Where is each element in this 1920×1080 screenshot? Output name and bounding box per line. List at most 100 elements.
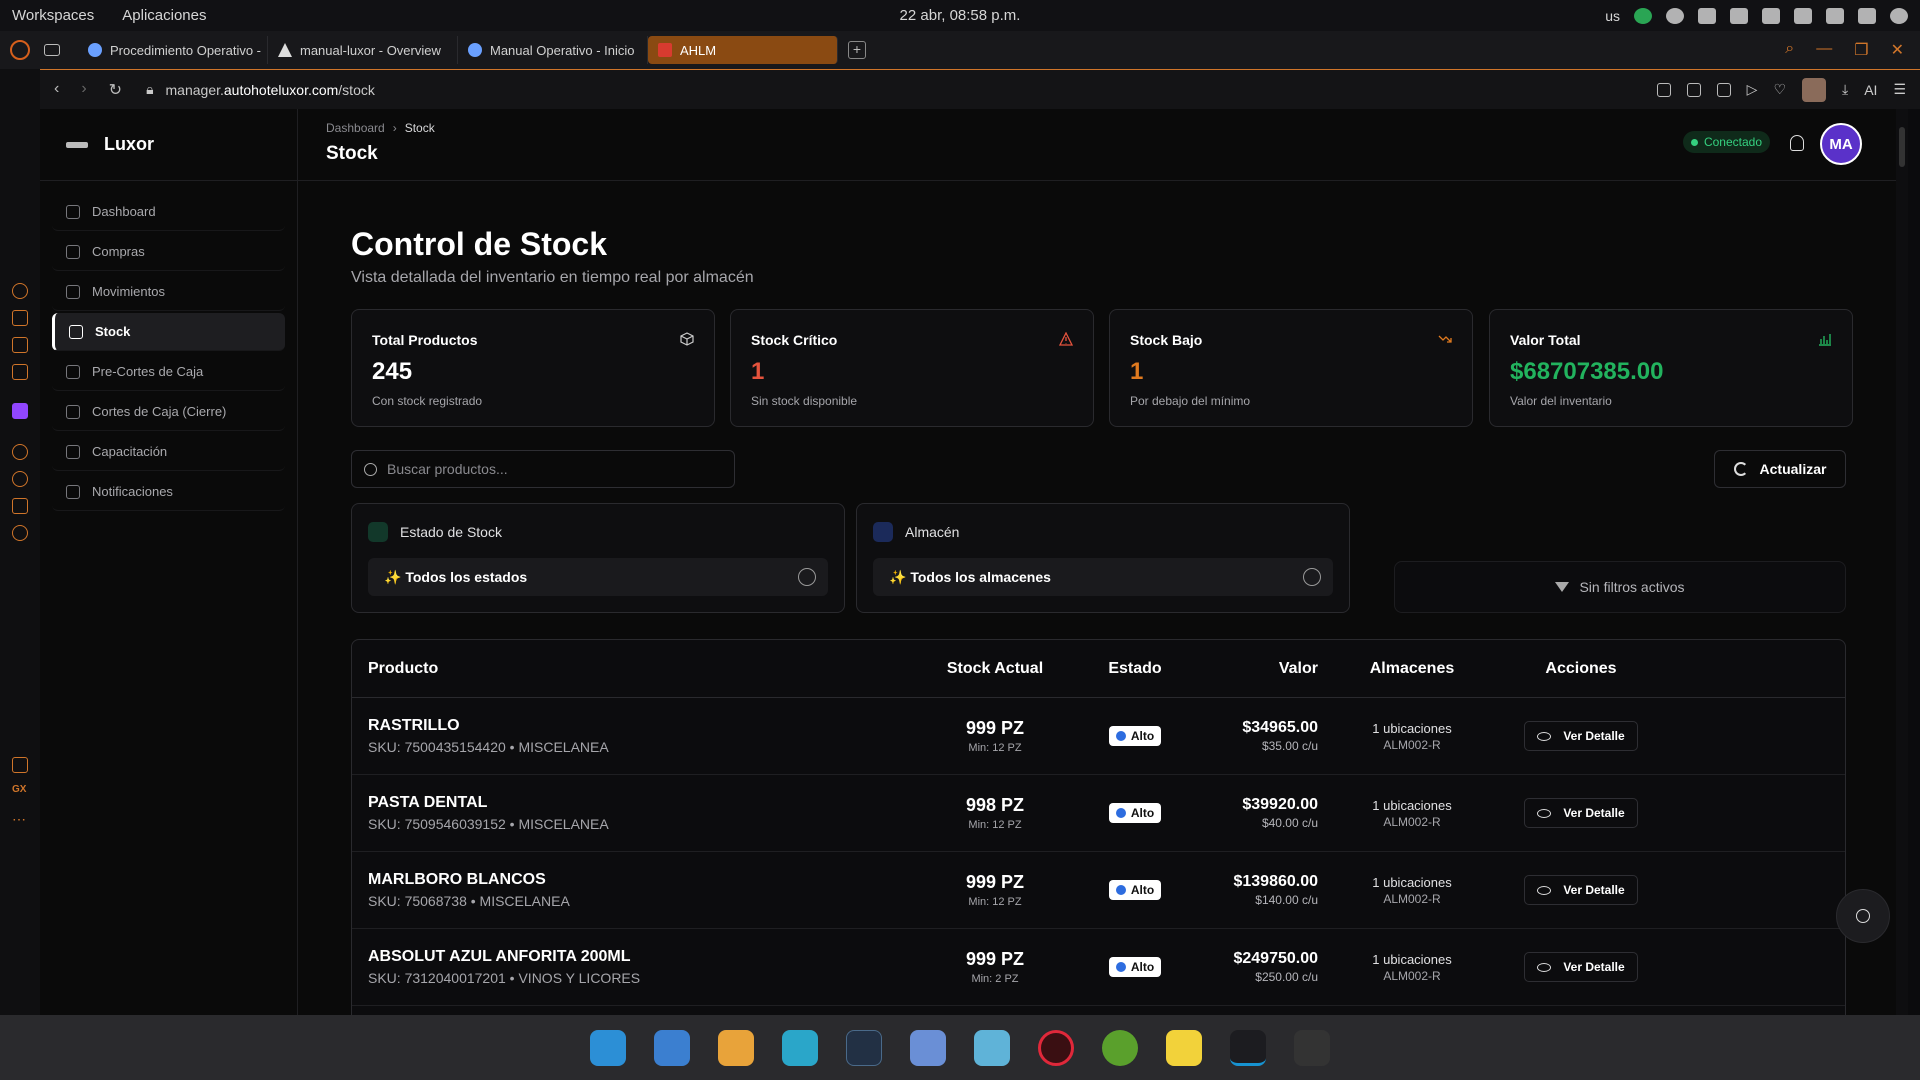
minimize-icon[interactable]: —	[1816, 40, 1832, 60]
sidebar-item-movimientos[interactable]: Movimientos	[52, 273, 285, 311]
calendar-icon[interactable]	[1794, 7, 1812, 24]
sidebar-notes-icon[interactable]	[12, 337, 28, 353]
power-icon[interactable]	[1890, 7, 1908, 24]
warehouse-icon	[873, 522, 893, 542]
files-app-icon[interactable]	[782, 1029, 818, 1066]
product-name: ABSOLUT AZUL ANFORITA 200ML	[368, 948, 631, 965]
bar-chart-icon	[1819, 334, 1831, 346]
user-avatar[interactable]: MA	[1820, 123, 1862, 165]
sidebar-player-icon[interactable]	[12, 444, 28, 460]
view-detail-button[interactable]: Ver Detalle	[1524, 875, 1638, 905]
maximize-icon[interactable]: ❐	[1854, 40, 1868, 60]
forward-icon[interactable]: ›	[81, 80, 86, 100]
code-app-icon[interactable]	[1294, 1029, 1330, 1066]
almacen-select[interactable]: ✨ Todos los almacenes	[873, 558, 1333, 596]
app-grid-icon[interactable]	[718, 1029, 754, 1066]
sidebar-item-pre-cortes[interactable]: Pre-Cortes de Caja	[52, 353, 285, 391]
sidebar-item-cortes[interactable]: Cortes de Caja (Cierre)	[52, 393, 285, 431]
box-icon	[69, 324, 83, 339]
filter-estado-stock: Estado de Stock ✨ Todos los estados	[351, 503, 845, 613]
heart-icon[interactable]: ♡	[1773, 81, 1786, 98]
toggle-app-icon[interactable]	[974, 1029, 1010, 1066]
volume-icon[interactable]	[1730, 7, 1748, 24]
sidebar-item-compras[interactable]: Compras	[52, 233, 285, 271]
sidebar-item-capacitacion[interactable]: Capacitación	[52, 433, 285, 471]
bluetooth-icon[interactable]	[1762, 7, 1780, 24]
sidebar-history-icon[interactable]	[12, 471, 28, 487]
ai-button[interactable]: AI	[1864, 82, 1877, 98]
chat-button[interactable]	[1836, 889, 1890, 943]
notes-app-icon[interactable]	[1166, 1029, 1202, 1066]
terminal-app-icon[interactable]	[846, 1029, 882, 1066]
sidebar-ai-icon[interactable]	[12, 310, 28, 326]
pin-icon[interactable]	[1656, 82, 1671, 97]
view-detail-button[interactable]: Ver Detalle	[1524, 721, 1638, 751]
opera-menu-icon[interactable]	[10, 40, 30, 60]
opera-gx-app-icon[interactable]	[1038, 1029, 1074, 1066]
keyboard-layout[interactable]: us	[1605, 8, 1620, 24]
sidebar-item-stock[interactable]: Stock	[52, 313, 285, 351]
vpn-icon[interactable]	[1666, 7, 1684, 24]
brand[interactable]: Luxor	[40, 109, 297, 181]
gx-icon[interactable]: GX	[12, 784, 28, 800]
page-scrollbar[interactable]	[1896, 109, 1908, 1015]
battery-icon[interactable]	[1826, 7, 1844, 24]
notifications-bell-icon[interactable]	[1790, 135, 1804, 151]
download-icon[interactable]: ⤓	[1842, 81, 1848, 98]
more-icon[interactable]: ⋯	[12, 811, 28, 827]
back-icon[interactable]: ‹	[54, 80, 59, 100]
sidebar-mail-icon[interactable]	[12, 364, 28, 380]
search-icon	[364, 462, 377, 476]
cube-icon	[368, 522, 388, 542]
breadcrumb-dashboard[interactable]: Dashboard	[326, 121, 385, 135]
chat-icon[interactable]	[1634, 7, 1652, 24]
sidebar-speed-icon[interactable]	[12, 283, 28, 299]
new-tab-button[interactable]: +	[848, 41, 866, 59]
estado-select[interactable]: ✨ Todos los estados	[368, 558, 828, 596]
adblock-icon[interactable]	[1716, 82, 1731, 97]
sidebar-extensions-icon[interactable]	[12, 498, 28, 514]
tab-island-icon[interactable]	[44, 44, 60, 56]
search-input[interactable]: Buscar productos...	[351, 450, 735, 488]
store-app-icon[interactable]	[910, 1029, 946, 1066]
multitask-app-icon[interactable]	[654, 1029, 690, 1066]
play-icon[interactable]: ▷	[1747, 81, 1758, 98]
tab-manual-operativo[interactable]: Manual Operativo - Inicio	[458, 36, 648, 64]
url-field[interactable]: 🔒︎ manager.autohoteluxor.com/stock	[146, 81, 375, 98]
workspaces-menu[interactable]: Workspaces	[12, 7, 94, 24]
chevron-down-icon	[798, 568, 816, 586]
activity-icon	[66, 284, 80, 299]
luxor-logo-icon	[66, 141, 88, 148]
applications-menu[interactable]: Aplicaciones	[122, 7, 206, 24]
sidebar-item-notificaciones[interactable]: Notificaciones	[52, 473, 285, 511]
search-app-icon[interactable]	[590, 1029, 626, 1066]
tab-ahlm[interactable]: AHLM	[648, 36, 838, 64]
os-top-bar: Workspaces Aplicaciones 22 abr, 08:58 p.…	[0, 0, 1920, 31]
close-icon[interactable]: ✕	[1891, 40, 1904, 60]
blue-dot-icon	[1115, 731, 1126, 741]
view-detail-button[interactable]: Ver Detalle	[1524, 952, 1638, 982]
breadcrumb: Dashboard › Stock	[326, 121, 435, 135]
refresh-button[interactable]: Actualizar	[1714, 450, 1846, 488]
snapshot-icon[interactable]	[1686, 82, 1701, 97]
profile-avatar[interactable]	[1802, 77, 1826, 102]
search-tabs-icon[interactable]: ⌕	[1785, 40, 1794, 60]
display-icon[interactable]	[1858, 7, 1876, 24]
tab-procedimiento[interactable]: Procedimiento Operativo -	[78, 36, 268, 64]
sidebar-tools-icon[interactable]	[12, 757, 28, 773]
arch-app-icon[interactable]	[1230, 1029, 1266, 1066]
network-icon[interactable]	[1698, 7, 1716, 24]
card-value: 245	[372, 358, 413, 385]
easy-setup-icon[interactable]: ☰	[1893, 81, 1906, 98]
taskbar-dock	[0, 1015, 1920, 1080]
status-badge: Alto	[1108, 803, 1162, 823]
sidebar-item-dashboard[interactable]: Dashboard	[52, 193, 285, 231]
product-name: MARLBORO BLANCOS	[368, 871, 546, 888]
view-detail-button[interactable]: Ver Detalle	[1524, 798, 1638, 828]
keepass-app-icon[interactable]	[1102, 1029, 1138, 1066]
scrollbar-thumb[interactable]	[1899, 127, 1905, 167]
sidebar-settings-icon[interactable]	[12, 525, 28, 541]
twitch-icon[interactable]	[12, 403, 28, 419]
tab-manual-luxor[interactable]: manual-luxor - Overview	[268, 36, 458, 64]
reload-icon[interactable]: ↻	[109, 80, 122, 100]
